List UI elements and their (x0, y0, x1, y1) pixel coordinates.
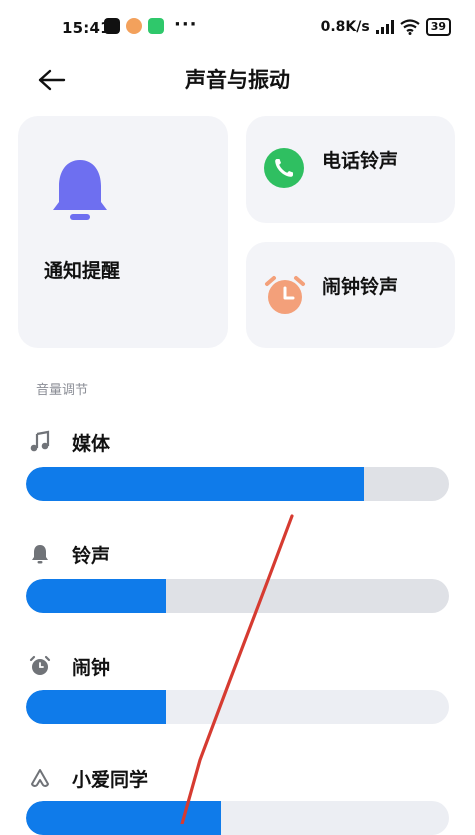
phone-ringtone-label: 电话铃声 (322, 150, 399, 172)
page-title: 声音与振动 (185, 68, 290, 92)
xiaoai-icon (31, 769, 49, 787)
ringtone-volume-label: 铃声 (72, 545, 111, 567)
xiaoai-volume-slider[interactable] (26, 801, 449, 835)
notification-card[interactable]: 通知提醒 (18, 116, 228, 348)
tiktok-icon (104, 18, 120, 34)
alarm-volume-fill (26, 690, 166, 724)
bell-icon (32, 545, 48, 564)
alarm-ringtone-card[interactable]: 闹钟铃声 (246, 242, 455, 348)
xiaoai-volume-fill (26, 801, 221, 835)
signal-icon (375, 20, 394, 34)
wechat-icon (148, 18, 164, 34)
alarm-volume-slider[interactable] (26, 690, 449, 724)
status-right: 0.8K/s 39 (321, 18, 451, 36)
status-bar: 15:41 ··· 0.8K/s 39 (0, 0, 475, 56)
volume-section-title: 音量调节 (36, 383, 89, 398)
media-volume-label: 媒体 (72, 433, 111, 455)
alarm-ringtone-label: 闹钟铃声 (322, 276, 399, 298)
notification-icons (104, 18, 164, 34)
battery-indicator: 39 (425, 18, 451, 36)
app-notification-icon (126, 18, 142, 34)
more-notifications-icon: ··· (174, 14, 198, 35)
bell-icon (53, 160, 107, 220)
alarm-clock-icon (29, 655, 51, 675)
header: 声音与振动 (0, 56, 475, 102)
notification-card-label: 通知提醒 (44, 260, 121, 282)
ringtone-volume-fill (26, 579, 166, 613)
music-note-icon (30, 430, 50, 452)
alarm-volume-label: 闹钟 (72, 657, 111, 679)
media-volume-fill (26, 467, 365, 501)
wifi-icon (400, 19, 420, 35)
phone-ringtone-card[interactable]: 电话铃声 (246, 116, 455, 223)
ringtone-volume-slider[interactable] (26, 579, 449, 613)
network-speed: 0.8K/s (320, 19, 370, 35)
xiaoai-volume-label: 小爱同学 (72, 769, 149, 791)
phone-icon (264, 148, 304, 188)
alarm-clock-icon (265, 276, 305, 314)
media-volume-slider[interactable] (26, 467, 449, 501)
